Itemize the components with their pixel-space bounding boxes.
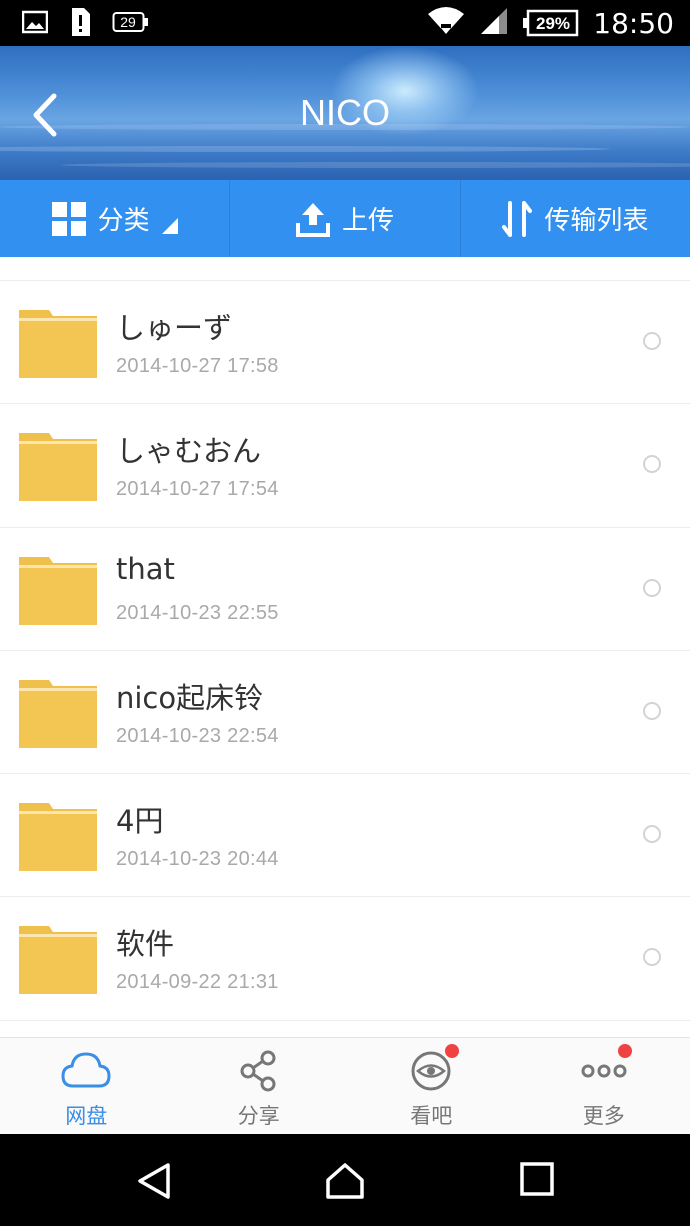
file-date: 2014-09-22 21:31 xyxy=(116,971,279,994)
notification-badge xyxy=(445,1044,459,1058)
folder-icon xyxy=(19,433,97,502)
file-name: 4円 xyxy=(116,804,164,839)
battery-saver-label: 29 xyxy=(120,14,136,30)
upload-label: 上传 xyxy=(341,206,394,236)
tab-bar: 网盘 分享 看吧 更多 xyxy=(0,1037,690,1134)
folder-icon xyxy=(19,679,97,748)
battery-icon: 29% xyxy=(523,9,579,37)
status-bar: 29 29% 18:50 xyxy=(0,0,690,46)
tab-label: 分享 xyxy=(237,1104,280,1128)
file-list: しゅーず 2014-10-27 17:58 しゃむおん 2014-10-27 1… xyxy=(0,257,690,1037)
share-icon xyxy=(240,1050,276,1092)
signal-icon xyxy=(479,6,509,40)
file-name: 软件 xyxy=(116,927,175,962)
file-date: 2014-10-23 22:55 xyxy=(116,601,279,624)
file-date: 2014-10-27 17:54 xyxy=(116,478,279,501)
select-radio[interactable] xyxy=(643,825,661,844)
select-radio[interactable] xyxy=(643,948,661,967)
upload-icon xyxy=(295,202,330,237)
system-nav-bar xyxy=(0,1134,690,1226)
list-spacer xyxy=(0,257,690,281)
file-date: 2014-10-23 20:44 xyxy=(116,848,279,871)
transfer-icon xyxy=(502,200,533,237)
tab-label: 看吧 xyxy=(410,1104,453,1128)
file-row[interactable]: nico起床铃 2014-10-23 22:54 xyxy=(0,651,690,775)
select-radio[interactable] xyxy=(643,332,661,350)
file-row[interactable]: しゃむおん 2014-10-27 17:54 xyxy=(0,404,690,528)
file-name: しゅーず xyxy=(116,311,233,345)
battery-saver-icon: 29 xyxy=(112,10,150,38)
cloud-icon xyxy=(61,1052,111,1088)
file-name: しゃむおん xyxy=(116,434,262,469)
folder-icon xyxy=(19,556,97,625)
dropdown-triangle-icon xyxy=(161,217,178,234)
header-wave xyxy=(60,162,690,168)
select-radio[interactable] xyxy=(643,455,661,474)
image-icon xyxy=(21,10,49,38)
file-date: 2014-10-27 17:58 xyxy=(116,355,279,377)
file-row[interactable]: しゅーず 2014-10-27 17:58 xyxy=(0,281,690,405)
category-button[interactable]: 分类 xyxy=(0,180,231,257)
file-row[interactable]: 4円 2014-10-23 20:44 xyxy=(0,774,690,898)
select-radio[interactable] xyxy=(643,578,661,597)
folder-icon xyxy=(19,310,97,378)
upload-button[interactable]: 上传 xyxy=(230,180,461,257)
notification-badge xyxy=(617,1044,632,1058)
file-row[interactable]: 软件 2014-09-22 21:31 xyxy=(0,897,690,1021)
file-row[interactable]: that 2014-10-23 22:55 xyxy=(0,528,690,651)
folder-icon xyxy=(19,803,97,872)
select-radio[interactable] xyxy=(643,701,661,720)
tab-watch[interactable]: 看吧 xyxy=(345,1038,518,1134)
grid-icon xyxy=(51,201,86,236)
file-name: nico起床铃 xyxy=(116,680,264,715)
back-triangle-icon[interactable] xyxy=(136,1162,172,1200)
file-name: that xyxy=(116,551,175,586)
clock: 18:50 xyxy=(593,6,674,40)
transfer-list-button[interactable]: 传输列表 xyxy=(461,180,690,257)
battery-percent: 29% xyxy=(536,14,570,33)
category-label: 分类 xyxy=(97,206,150,236)
wifi-icon xyxy=(427,6,465,40)
recents-icon[interactable] xyxy=(520,1162,554,1196)
toolbar: 分类 上传 传输列表 xyxy=(0,180,690,257)
tab-label: 更多 xyxy=(582,1104,625,1128)
sim-alert-icon xyxy=(70,8,90,40)
tab-cloud-disk[interactable]: 网盘 xyxy=(0,1038,173,1134)
tab-label: 网盘 xyxy=(65,1104,108,1128)
header-wave xyxy=(0,146,610,152)
tab-more[interactable]: 更多 xyxy=(518,1038,690,1134)
folder-icon xyxy=(19,926,97,995)
transfer-list-label: 传输列表 xyxy=(544,206,649,236)
file-date: 2014-10-23 22:54 xyxy=(116,724,279,747)
tab-share[interactable]: 分享 xyxy=(173,1038,346,1134)
header: NICO xyxy=(0,46,690,180)
page-title: NICO xyxy=(300,92,390,133)
home-icon[interactable] xyxy=(325,1162,365,1200)
